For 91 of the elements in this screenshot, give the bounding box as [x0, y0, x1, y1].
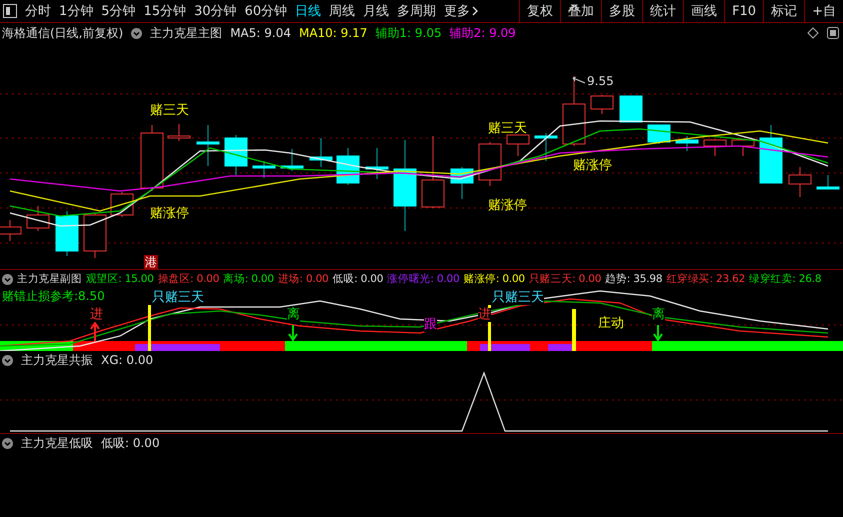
- candle: [816, 174, 840, 190]
- candle: [506, 134, 530, 156]
- indicator-name: 主力克星低吸: [21, 434, 93, 452]
- indicator-reading: 离场: 0.00: [223, 272, 274, 286]
- toolbar-button[interactable]: +自: [804, 0, 843, 22]
- indicator-reading: 辅助2: 9.09: [450, 24, 516, 42]
- candle: [648, 124, 670, 144]
- more-button[interactable]: 更多: [440, 0, 482, 22]
- indicator-reading: MA5: 9.04: [230, 26, 291, 40]
- security-title: 海格通信(日线,前复权): [2, 24, 124, 42]
- indicator-reading: 观望区: 15.00: [86, 272, 154, 286]
- candle: [788, 166, 812, 198]
- candle: [676, 136, 698, 152]
- signal-label: 跟: [424, 318, 437, 332]
- indicator-reading: 辅助1: 9.05: [375, 24, 442, 42]
- indicator-reading: 涨停曙光: 0.00: [387, 272, 460, 286]
- signal-label: 赌三天: [150, 102, 189, 119]
- collapse-icon[interactable]: [131, 28, 142, 38]
- candle: [562, 76, 586, 146]
- indicator-name: 主力克星共振: [21, 352, 93, 368]
- signal-label: 离: [652, 308, 665, 322]
- toolbar-button[interactable]: 统计: [642, 0, 684, 22]
- signal-label: 进: [478, 308, 491, 322]
- candle: [590, 94, 614, 114]
- signal-label: 赌涨停: [150, 205, 189, 222]
- toolbar-button[interactable]: 多股: [601, 0, 642, 22]
- period-tab[interactable]: 5分钟: [97, 0, 140, 22]
- candle: [280, 148, 304, 172]
- indicator-reading: XG: 0.00: [101, 353, 154, 367]
- signal-label: 只赌三天: [152, 291, 204, 305]
- period-tab[interactable]: 30分钟: [190, 0, 241, 22]
- indicator-reading: 进场: 0.00: [278, 272, 329, 286]
- signal-label: 赌三天: [488, 120, 527, 137]
- candle: [224, 134, 248, 176]
- period-tab[interactable]: 日线: [291, 0, 326, 22]
- signal-label: 离: [287, 308, 300, 322]
- stop-loss-note: 赌错止损参考:8.50: [2, 288, 105, 305]
- candle: [366, 148, 388, 180]
- pointer-icon: [572, 77, 586, 85]
- toolbar-button[interactable]: 叠加: [560, 0, 602, 22]
- toolbar-button[interactable]: 画线: [683, 0, 724, 22]
- candle: [760, 124, 782, 184]
- signal-label: 只赌三天: [492, 291, 544, 305]
- indicator-reading: 低吸: 0.00: [101, 434, 160, 452]
- period-tab[interactable]: 1分钟: [55, 0, 98, 22]
- candle: [534, 132, 558, 162]
- price-label: 9.55: [587, 74, 614, 88]
- candle: [252, 160, 276, 178]
- indicator-reading: 趋势: 35.98: [605, 272, 662, 286]
- period-tab[interactable]: 多周期: [393, 0, 440, 22]
- indicator-reading: 赌涨停: 0.00: [463, 272, 525, 286]
- chevron-icon: [472, 6, 478, 16]
- candle: [26, 206, 50, 232]
- signal-label: 庄动: [598, 317, 624, 331]
- indicator-name: 主力克星副图: [17, 272, 82, 286]
- period-tab[interactable]: 60分钟: [240, 0, 292, 22]
- period-tab[interactable]: 15分钟: [140, 0, 190, 22]
- toolbar-button[interactable]: F10: [724, 0, 764, 22]
- indicator-reading: 操盘区: 0.00: [158, 272, 220, 286]
- indicator-reading: MA10: 9.17: [298, 26, 368, 40]
- indicator-reading: 红穿绿买: 23.62: [666, 272, 746, 286]
- collapse-icon[interactable]: [2, 354, 13, 366]
- toolbar-button[interactable]: 标记: [763, 0, 804, 22]
- candle: [196, 124, 220, 166]
- candle: [478, 142, 502, 186]
- indicator-reading: 绿穿红卖: 26.8: [749, 272, 822, 286]
- collapse-icon[interactable]: [2, 274, 13, 284]
- market-badge: 港: [144, 255, 158, 269]
- candle: [450, 166, 474, 200]
- candle: [620, 96, 642, 122]
- indicator-name: 主力克星主图: [150, 24, 222, 42]
- candle: [84, 212, 106, 258]
- window-icon[interactable]: [827, 27, 839, 39]
- panel-icon[interactable]: [3, 4, 17, 18]
- indicator-reading: 低吸: 0.00: [332, 272, 384, 286]
- diamond-icon[interactable]: [807, 27, 819, 39]
- signal-label: 进: [90, 308, 103, 322]
- period-tab[interactable]: 周线: [325, 0, 360, 22]
- signal-label: 赌涨停: [488, 197, 527, 214]
- toolbar-button[interactable]: 复权: [519, 0, 560, 22]
- candle: [310, 138, 332, 168]
- candle: [56, 210, 78, 256]
- period-tab[interactable]: 分时: [21, 0, 55, 22]
- collapse-icon[interactable]: [2, 438, 13, 448]
- candle: [732, 138, 754, 156]
- candle: [140, 124, 164, 192]
- period-tab[interactable]: 月线: [359, 0, 394, 22]
- signal-label: 赌涨停: [573, 157, 612, 174]
- candle: [704, 138, 726, 156]
- indicator-reading: 只赌三天: 0.00: [528, 272, 602, 286]
- candle: [168, 124, 190, 142]
